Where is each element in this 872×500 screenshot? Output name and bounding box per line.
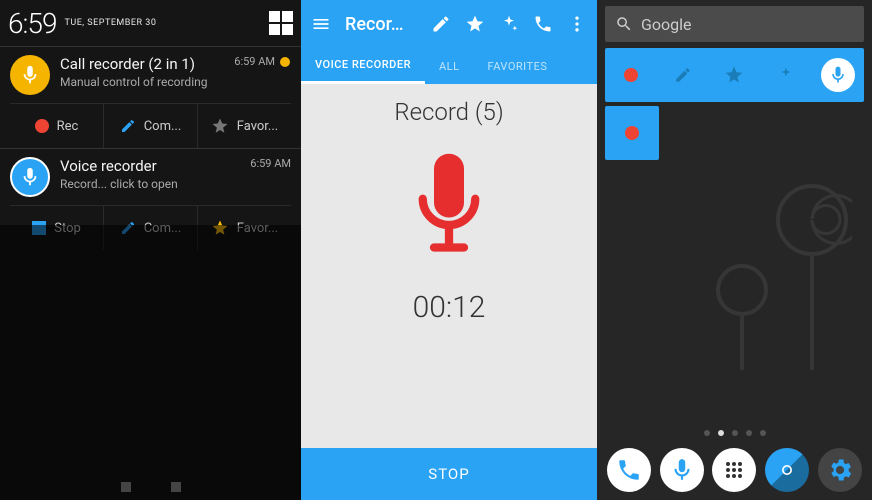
record-button[interactable]: Rec (10, 104, 104, 148)
widget-sparkle-button[interactable] (768, 57, 804, 93)
favorite-button[interactable]: Favor... (198, 104, 291, 148)
settings-icon (826, 456, 854, 484)
camera-icon (777, 460, 797, 480)
notification-subtitle: Record... click to open (60, 177, 178, 191)
call-icon[interactable] (533, 14, 553, 34)
mic-icon (10, 157, 50, 197)
app-title: Recor… (345, 14, 403, 35)
tab-favorites[interactable]: FAVORITES (474, 48, 562, 84)
phone-icon (616, 457, 642, 483)
sparkle-icon[interactable] (499, 14, 519, 34)
pencil-icon (120, 118, 136, 134)
record-dot-icon (35, 119, 49, 133)
widget-favorite-button[interactable] (716, 57, 752, 93)
recorder-app-icon[interactable] (660, 448, 704, 492)
apps-drawer[interactable] (712, 448, 756, 492)
record-dot-icon (625, 126, 639, 140)
record-mic-icon[interactable] (404, 150, 494, 270)
status-bar: 6:59 TUE, SEPTEMBER 30 (0, 0, 301, 46)
recorder-app: Recor… VOICE RECORDER ALL FAVORITES Reco… (301, 0, 597, 500)
tab-voice-recorder[interactable]: VOICE RECORDER (301, 48, 425, 84)
dimmed-background (0, 225, 301, 500)
camera-app[interactable] (765, 448, 809, 492)
search-icon (615, 15, 633, 33)
sparkle-icon (777, 66, 795, 84)
widget-mic-button[interactable] (820, 57, 856, 93)
comment-button[interactable]: Com... (104, 104, 198, 148)
menu-icon[interactable] (311, 14, 331, 34)
widget-record-button[interactable] (613, 57, 649, 93)
recorder-widget (605, 48, 864, 102)
mic-icon (10, 55, 50, 95)
dock (597, 444, 872, 496)
tab-all[interactable]: ALL (425, 48, 474, 84)
mic-icon (669, 457, 695, 483)
mic-circle-icon (821, 58, 855, 92)
star-icon[interactable] (465, 14, 485, 34)
notification-panel: 6:59 TUE, SEPTEMBER 30 Call recorder (2 … (0, 0, 301, 500)
notification-time: 6:59 AM (250, 157, 291, 170)
quick-settings-icon[interactable] (269, 11, 293, 35)
apps-icon (722, 458, 746, 482)
notification-title: Call recorder (2 in 1) (60, 55, 207, 73)
clock: 6:59 (8, 7, 56, 40)
notification-call-recorder[interactable]: Call recorder (2 in 1) Manual control of… (0, 46, 301, 148)
pencil-icon (674, 66, 692, 84)
google-search[interactable]: Google (605, 6, 864, 42)
page-indicator (597, 430, 872, 436)
pencil-icon[interactable] (431, 14, 451, 34)
nav-hint (0, 482, 301, 492)
notification-subtitle: Manual control of recording (60, 75, 207, 89)
app-bar: Recor… VOICE RECORDER ALL FAVORITES (301, 0, 597, 84)
more-icon[interactable] (567, 14, 587, 34)
timer: 00:12 (301, 290, 597, 325)
date: TUE, SEPTEMBER 30 (64, 18, 156, 28)
record-dot-icon (624, 68, 638, 82)
stop-button[interactable]: STOP (301, 448, 597, 500)
search-label: Google (641, 15, 692, 34)
notification-title: Voice recorder (60, 157, 178, 175)
lollipop-wallpaper (712, 170, 852, 370)
settings-app[interactable] (818, 448, 862, 492)
home-screen: Google (597, 0, 872, 500)
widget-edit-button[interactable] (665, 57, 701, 93)
recorder-widget-small[interactable] (605, 106, 659, 160)
tab-bar: VOICE RECORDER ALL FAVORITES (301, 48, 597, 84)
star-icon (211, 117, 229, 135)
phone-app[interactable] (607, 448, 651, 492)
notification-time: 6:59 AM (234, 55, 291, 68)
mic-icon (279, 56, 291, 68)
record-title: Record (5) (301, 98, 597, 126)
star-icon (724, 65, 744, 85)
